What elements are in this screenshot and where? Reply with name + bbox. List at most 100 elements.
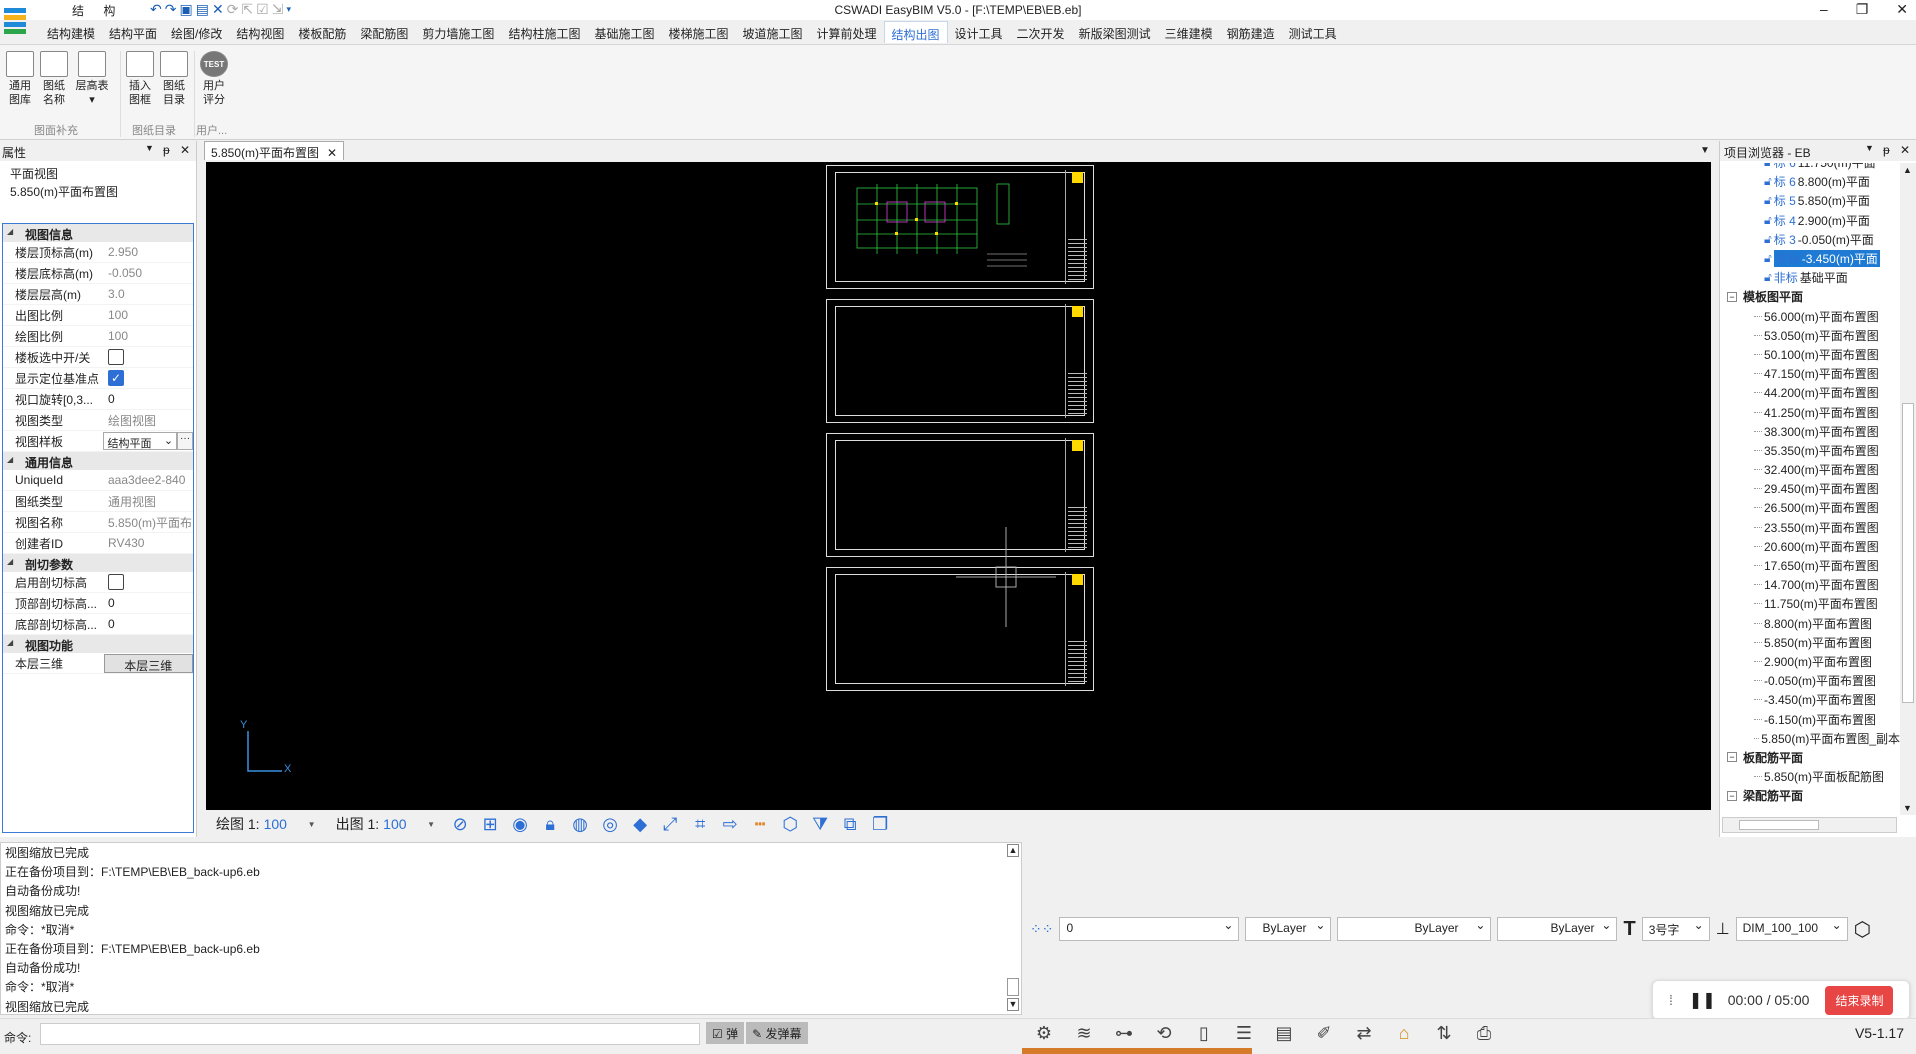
layer-3d-button[interactable]: 本层三维	[103, 653, 193, 673]
insert-frame-button[interactable]: 插入 图框	[122, 51, 158, 107]
user-rating-button[interactable]: TEST 用户 评分	[196, 51, 232, 107]
tree-plan-item[interactable]: 17.650(m)平面布置图	[1720, 556, 1900, 575]
enable-cut-checkbox[interactable]	[108, 574, 124, 590]
tree-level-item[interactable]: 🔓︎ 非标 -3.450(m)平面	[1720, 249, 1900, 268]
danmu-toggle[interactable]: ☑ 弹	[706, 1022, 745, 1044]
slab-toggle-checkbox[interactable]	[108, 349, 124, 365]
dwg-icon[interactable]: ▤	[1270, 1023, 1298, 1044]
drawing-sheet[interactable]	[826, 433, 1094, 557]
menu-item[interactable]: 楼板配筋	[291, 21, 353, 43]
tree-plan-item[interactable]: 2.900(m)平面布置图	[1720, 652, 1900, 671]
menu-item[interactable]: 结构柱施工图	[501, 21, 587, 43]
menu-item[interactable]: 计算前处理	[810, 21, 884, 43]
panel-icon[interactable]: ▯	[1190, 1023, 1218, 1044]
panel-dropdown-icon[interactable]: ▼	[1865, 143, 1874, 153]
tree-plan-item[interactable]: 14.700(m)平面布置图	[1720, 575, 1900, 594]
drawing-sheet[interactable]	[826, 299, 1094, 423]
tree-level-item[interactable]: 🔓︎ 标 4 2.900(m)平面	[1720, 211, 1900, 230]
tree-level-item[interactable]: 🔓︎ 非标 基础平面	[1720, 268, 1900, 287]
library-button[interactable]: 通用 图库	[2, 51, 38, 107]
collapse-icon[interactable]: −	[1727, 291, 1737, 302]
line-style-icon[interactable]: ┅	[745, 814, 775, 835]
tree-plan-item[interactable]: 41.250(m)平面布置图	[1720, 402, 1900, 421]
restore-icon[interactable]: ❐	[1856, 1, 1869, 18]
visibility-off-icon[interactable]: ⊘	[445, 814, 475, 835]
close-tab-icon[interactable]: ✕	[327, 146, 337, 160]
sheet-catalog-button[interactable]: 图纸 目录	[156, 51, 192, 107]
3d-view-icon[interactable]: ⬡	[775, 814, 805, 835]
draw-scale-value[interactable]: 100	[264, 816, 304, 832]
tree-level-item[interactable]: 🔓︎标 611.750(m)平面	[1720, 163, 1900, 172]
pause-icon[interactable]: ❚❚	[1689, 990, 1716, 1010]
tree-group[interactable]: − 模板图平面	[1720, 287, 1900, 306]
menu-item[interactable]: 结构建模	[40, 21, 102, 43]
tree-plan-item[interactable]: 11.750(m)平面布置图	[1720, 594, 1900, 613]
tree-plan-item[interactable]: 5.850(m)平面布置图	[1720, 633, 1900, 652]
dim-style-icon[interactable]: ⊥	[1716, 919, 1730, 939]
menu-item[interactable]: 坡道施工图	[735, 21, 809, 43]
rotation-input[interactable]: 0	[100, 392, 193, 406]
settings-icon[interactable]: ⚙	[1030, 1023, 1058, 1044]
close-panel-icon[interactable]: ✕	[180, 143, 190, 157]
view-template-select[interactable]: 结构平面 ⌄	[103, 432, 178, 450]
tree-plan-item[interactable]: 26.500(m)平面布置图	[1720, 498, 1900, 517]
tree-plan-item[interactable]: 35.350(m)平面布置图	[1720, 441, 1900, 460]
tree-level-item[interactable]: 🔓︎ 标 5 5.850(m)平面	[1720, 191, 1900, 210]
tree-plan-item[interactable]: -3.450(m)平面布置图	[1720, 690, 1900, 709]
log-scrollbar[interactable]: ▲ ▼	[1005, 842, 1021, 1015]
menu-item[interactable]: 三维建模	[1158, 21, 1220, 43]
tree-plan-item[interactable]: 32.400(m)平面布置图	[1720, 460, 1900, 479]
crop-icon[interactable]: ⌗	[685, 814, 715, 835]
zoom-extents-icon[interactable]: ⤢	[655, 814, 685, 835]
tree-plan-item[interactable]: 20.600(m)平面布置图	[1720, 537, 1900, 556]
tree-plan-item[interactable]: 47.150(m)平面布置图	[1720, 364, 1900, 383]
eye-icon[interactable]: ◉	[505, 814, 535, 835]
filter-icon[interactable]: ⧩	[805, 814, 835, 835]
color-select[interactable]: ByLayer	[1245, 917, 1332, 941]
layer-select[interactable]: 0	[1059, 917, 1240, 941]
panel-dropdown-icon[interactable]: ▼	[145, 143, 154, 153]
linetype-select[interactable]: ByLayer	[1337, 917, 1492, 941]
out-scale-value[interactable]: 100	[383, 816, 423, 832]
text-style-select[interactable]: 3号字	[1641, 917, 1710, 941]
section-cut-params[interactable]: 剖切参数	[3, 554, 193, 572]
lineweight-select[interactable]: ByLayer	[1497, 917, 1618, 941]
bottom-cut-input[interactable]: 0	[100, 617, 193, 631]
section-general-info[interactable]: 通用信息	[3, 452, 193, 470]
tree-plan-item[interactable]: 23.550(m)平面布置图	[1720, 518, 1900, 537]
hierarchy-icon[interactable]: ⊶	[1110, 1023, 1138, 1044]
export-dwg-icon[interactable]: ⇨	[715, 814, 745, 835]
drag-handle-icon[interactable]: ⁞	[1669, 992, 1673, 1008]
pin-icon[interactable]: ᵽ	[163, 143, 170, 157]
tree-scrollbar[interactable]: ▲ ▼	[1900, 163, 1916, 815]
list-icon[interactable]: ☰	[1230, 1023, 1258, 1044]
connect-icon[interactable]: ⇄	[1350, 1023, 1378, 1044]
tree-level-item[interactable]: 🔓︎ 标 3 -0.050(m)平面	[1720, 230, 1900, 249]
menu-item[interactable]: 结构视图	[229, 21, 291, 43]
stop-recording-button[interactable]: 结束录制	[1825, 985, 1894, 1015]
menu-item[interactable]: 结构出图	[883, 21, 948, 43]
menu-item[interactable]: 设计工具	[948, 21, 1010, 43]
tree-plan-item[interactable]: 38.300(m)平面布置图	[1720, 422, 1900, 441]
drawing-canvas[interactable]: Y X	[206, 162, 1711, 810]
overlap-icon[interactable]: ⧉	[835, 814, 865, 835]
tree-plan-item[interactable]: 44.200(m)平面布置图	[1720, 383, 1900, 402]
tree-plan-item[interactable]: 8.800(m)平面布置图	[1720, 614, 1900, 633]
tree-hscrollbar[interactable]	[1722, 817, 1897, 833]
show-base-checkbox[interactable]: ✓	[108, 370, 124, 386]
close-window-icon[interactable]: ✕	[1896, 1, 1908, 18]
tree-group[interactable]: − 板配筋平面	[1720, 748, 1900, 767]
cycle-icon[interactable]: ⟲	[1150, 1023, 1178, 1044]
floor-height-table-button[interactable]: 层高表 ▾	[72, 51, 112, 107]
tab-list-dropdown-icon[interactable]: ▼	[1700, 145, 1710, 156]
layer-manager-icon[interactable]: ⁘⁘	[1030, 921, 1053, 938]
send-danmu-button[interactable]: ✎ 发弹幕	[746, 1022, 808, 1044]
top-cut-input[interactable]: 0	[100, 596, 193, 610]
cube-icon[interactable]: ⬡	[1854, 917, 1871, 942]
menu-item[interactable]: 基础施工图	[587, 21, 661, 43]
minimize-icon[interactable]: –	[1820, 1, 1828, 18]
collapse-icon[interactable]: −	[1727, 790, 1737, 801]
drawing-sheet[interactable]	[826, 165, 1094, 289]
menu-item[interactable]: 结构平面	[102, 21, 164, 43]
sheet-name-button[interactable]: 图纸 名称	[36, 51, 72, 107]
